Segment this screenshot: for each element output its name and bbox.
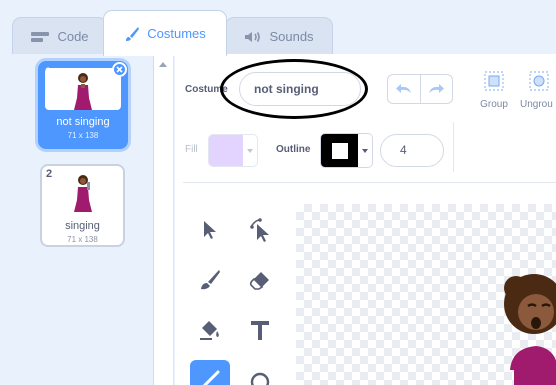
- fill-label: Fill: [185, 144, 198, 155]
- outline-color-picker[interactable]: [320, 133, 373, 168]
- line-icon: [202, 370, 220, 385]
- code-icon: [31, 31, 50, 42]
- style-toolbar: Fill Outline 4: [175, 130, 556, 170]
- tab-bar: Code Sounds Costumes: [0, 0, 556, 56]
- outline-color-swatch: [321, 134, 358, 167]
- redo-button[interactable]: [419, 75, 453, 103]
- singer-costume-drawing: [504, 274, 556, 385]
- fill-tool[interactable]: [190, 310, 230, 350]
- costume-list: 1 not singing 71 x 138 2 singing 71 x 13…: [0, 54, 154, 385]
- ungroup-label: Ungrou: [520, 99, 553, 110]
- select-tool[interactable]: [190, 210, 230, 250]
- drawing-canvas[interactable]: [296, 204, 556, 385]
- paint-editor: Costume not singing Group Ungrou Fill Ou…: [175, 54, 556, 385]
- costume-name: singing: [65, 220, 100, 232]
- fill-color-picker[interactable]: [208, 134, 258, 167]
- outline-width-input[interactable]: 4: [380, 134, 444, 167]
- costume-card-not-singing[interactable]: 1 not singing 71 x 138: [38, 61, 128, 149]
- singer-thumbnail-icon: [73, 175, 92, 212]
- annotation-ellipse: [220, 59, 368, 119]
- undo-button[interactable]: [388, 75, 420, 103]
- reshape-tool[interactable]: [240, 210, 280, 250]
- costume-name: not singing: [56, 116, 110, 128]
- caret-down-icon: [362, 148, 368, 153]
- speaker-icon: [245, 31, 261, 42]
- paint-bucket-icon: [200, 321, 219, 340]
- undo-icon: [395, 84, 411, 93]
- costume-card-singing[interactable]: 2 singing 71 x 138: [40, 164, 125, 247]
- toolbar-divider: [183, 182, 556, 183]
- close-icon: [116, 66, 123, 73]
- tab-sounds[interactable]: Sounds: [225, 17, 333, 55]
- reshape-icon: [250, 218, 269, 242]
- tab-costumes-label: Costumes: [147, 26, 206, 41]
- brush-icon: [126, 26, 140, 41]
- text-icon: [251, 321, 269, 340]
- costume-list-scrollbar[interactable]: [154, 54, 174, 385]
- circle-icon: [250, 372, 270, 385]
- caret-down-icon: [247, 148, 253, 153]
- costume-number: 1: [45, 66, 52, 78]
- scroll-up-arrow-icon[interactable]: [159, 62, 167, 67]
- undo-redo-group: [387, 74, 453, 104]
- tab-costumes[interactable]: Costumes: [103, 10, 227, 56]
- eraser-tool[interactable]: [240, 260, 280, 300]
- costume-size: 71 x 138: [67, 131, 99, 140]
- group-icon: [484, 71, 504, 91]
- brush-tool[interactable]: [190, 260, 230, 300]
- redo-icon: [429, 84, 445, 93]
- text-tool[interactable]: [240, 310, 280, 350]
- tab-code[interactable]: Code: [12, 17, 107, 55]
- ungroup-icon: [529, 71, 549, 91]
- group-button[interactable]: Group: [472, 70, 516, 110]
- circle-tool[interactable]: [240, 360, 280, 385]
- group-label: Group: [480, 99, 508, 110]
- ungroup-button[interactable]: Ungrou: [520, 70, 556, 110]
- line-tool[interactable]: [190, 360, 230, 385]
- singer-thumbnail-icon: [74, 73, 92, 110]
- delete-costume-button[interactable]: [112, 62, 127, 77]
- arrow-cursor-icon: [204, 221, 216, 239]
- eraser-icon: [249, 272, 269, 290]
- costume-number: 2: [46, 168, 53, 180]
- tab-code-label: Code: [57, 29, 89, 44]
- costume-size: 71 x 138: [67, 235, 98, 244]
- fill-color-swatch: [209, 135, 243, 166]
- outline-label: Outline: [276, 144, 311, 155]
- tab-sounds-label: Sounds: [269, 29, 314, 44]
- toolbar-divider: [453, 122, 454, 172]
- paintbrush-icon: [201, 270, 220, 290]
